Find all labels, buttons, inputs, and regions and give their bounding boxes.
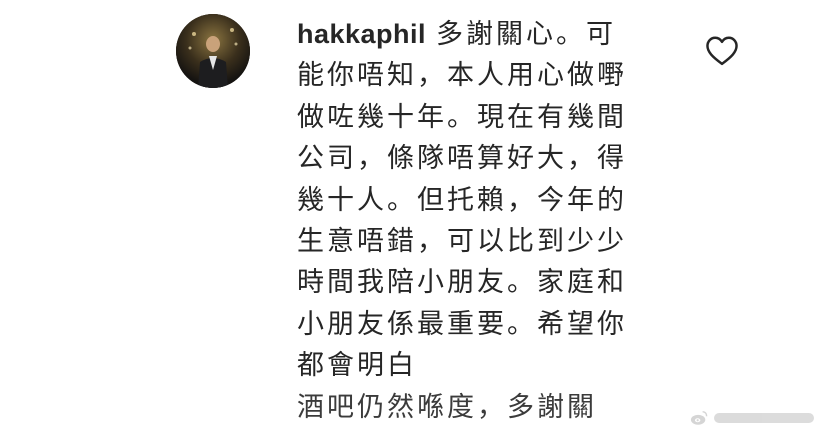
avatar-image	[176, 14, 250, 88]
comment-line-7: 時間我陪小朋友。家庭和	[297, 267, 627, 299]
comment-line-6: 生意唔錯，可以比到少少	[297, 226, 627, 258]
watermark	[690, 408, 814, 428]
comment-row: hakkaphil 多謝關心。可 能你唔知，本人用心做嘢 做咗幾十年。現在有幾間 …	[0, 0, 828, 431]
comment-line-3: 做咗幾十年。現在有幾間	[297, 101, 627, 133]
comment-text: hakkaphil 多謝關心。可 能你唔知，本人用心做嘢 做咗幾十年。現在有幾間 …	[297, 14, 657, 428]
avatar[interactable]	[176, 14, 250, 88]
comment-line-5: 幾十人。但托賴，今年的	[297, 184, 627, 216]
comment-username[interactable]: hakkaphil	[297, 19, 426, 49]
comment-line-9: 都會明白	[297, 350, 417, 382]
weibo-watermark-icon	[690, 409, 708, 427]
comment-line-2: 能你唔知，本人用心做嘢	[297, 60, 627, 92]
heart-icon[interactable]	[704, 34, 740, 66]
comment-line-8: 小朋友係最重要。希望你	[297, 308, 627, 340]
watermark-text-blurred	[714, 413, 814, 423]
comment-line-1: hakkaphil 多謝關心。可	[297, 19, 617, 50]
comment-line-10: 酒吧仍然喺度，多謝關	[297, 391, 597, 423]
comment-line-4: 公司，條隊唔算好大，得	[297, 143, 627, 175]
